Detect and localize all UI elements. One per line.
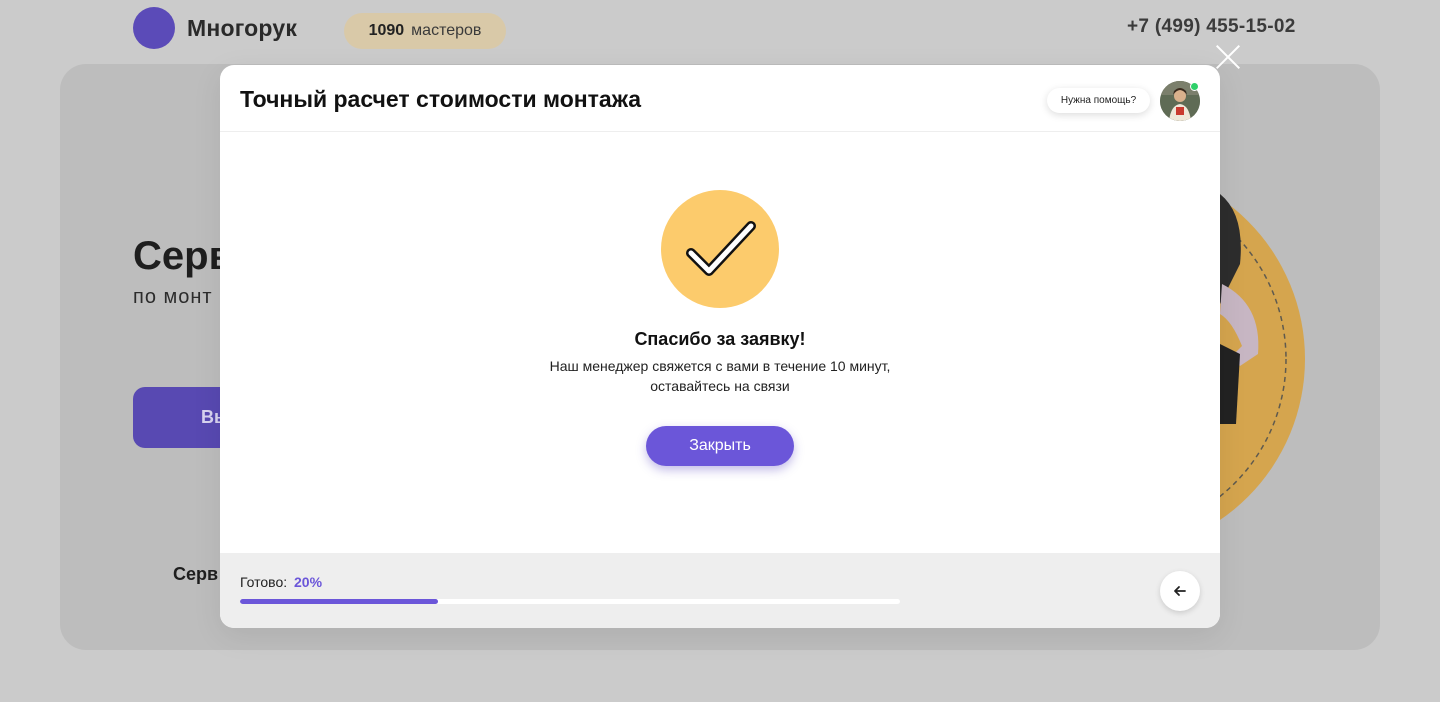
logo-icon bbox=[133, 7, 175, 49]
progress-bar bbox=[240, 599, 900, 604]
progress-label-text: Готово: bbox=[240, 574, 288, 590]
phone-number: +7 (499) 455-15-02 bbox=[1127, 16, 1296, 37]
help-bubble[interactable]: Нужна помощь? bbox=[1047, 88, 1150, 113]
checkmark-icon bbox=[686, 221, 756, 276]
online-status-dot bbox=[1190, 82, 1199, 91]
arrow-left-icon bbox=[1174, 586, 1186, 596]
success-check-icon bbox=[661, 190, 779, 308]
progress-bar-fill bbox=[240, 599, 438, 604]
modal-title: Точный расчет стоимости монтажа bbox=[240, 86, 642, 112]
hero-title: Серв bbox=[133, 234, 234, 278]
modal-footer: Готово: 20% bbox=[220, 553, 1220, 628]
masters-badge: 1090 мастеров bbox=[344, 13, 506, 49]
success-message-line-2: оставайтесь на связи bbox=[650, 378, 790, 394]
success-message: Наш менеджер свяжется с вами в течение 1… bbox=[520, 356, 920, 396]
hero-subtitle: по монт bbox=[133, 286, 213, 308]
progress-label: Готово: 20% bbox=[240, 574, 322, 590]
progress-percent: 20% bbox=[294, 574, 323, 590]
calculator-modal: Точный расчет стоимости монтажа Нужна по… bbox=[220, 65, 1220, 628]
logo-text: Многорук bbox=[187, 15, 298, 41]
back-button[interactable] bbox=[1160, 571, 1200, 611]
masters-label: мастеров bbox=[411, 22, 482, 39]
masters-count: 1090 bbox=[368, 22, 405, 39]
hero-caption: Серв bbox=[173, 564, 219, 584]
success-message-line-1: Наш менеджер свяжется с вами в течение 1… bbox=[549, 358, 891, 374]
close-button[interactable]: Закрыть bbox=[646, 426, 794, 466]
modal-header: Точный расчет стоимости монтажа Нужна по… bbox=[220, 65, 1220, 132]
success-title: Спасибо за заявку! bbox=[634, 329, 806, 349]
